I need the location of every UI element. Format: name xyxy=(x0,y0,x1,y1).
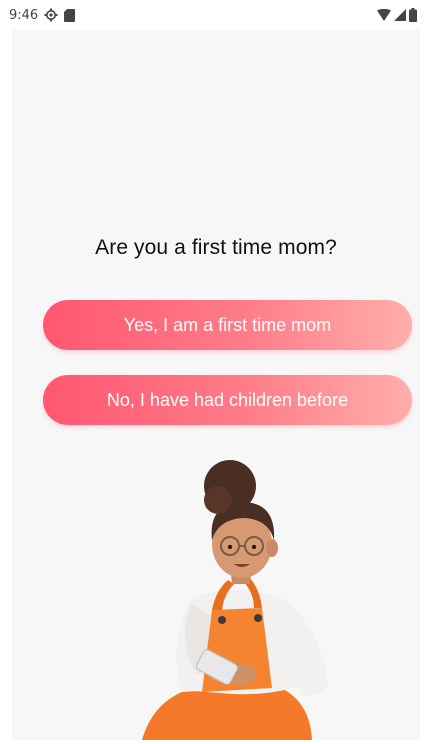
sd-card-icon xyxy=(64,8,76,22)
status-left: 9:46 xyxy=(9,7,76,23)
settings-gear-icon xyxy=(44,8,58,22)
cellular-signal-icon xyxy=(394,9,406,21)
battery-icon xyxy=(409,8,417,22)
status-time: 9:46 xyxy=(9,7,39,23)
question-title: Are you a first time mom? xyxy=(95,236,337,259)
status-right xyxy=(377,8,417,22)
mother-with-phone-illustration xyxy=(112,460,352,740)
first-time-mom-yes-button[interactable]: Yes, I am a first time mom xyxy=(43,300,412,350)
wifi-icon xyxy=(377,9,391,21)
had-children-before-button[interactable]: No, I have had children before xyxy=(43,375,412,425)
content-screen: Are you a first time mom? Yes, I am a fi… xyxy=(12,30,420,740)
status-bar: 9:46 xyxy=(0,0,431,30)
